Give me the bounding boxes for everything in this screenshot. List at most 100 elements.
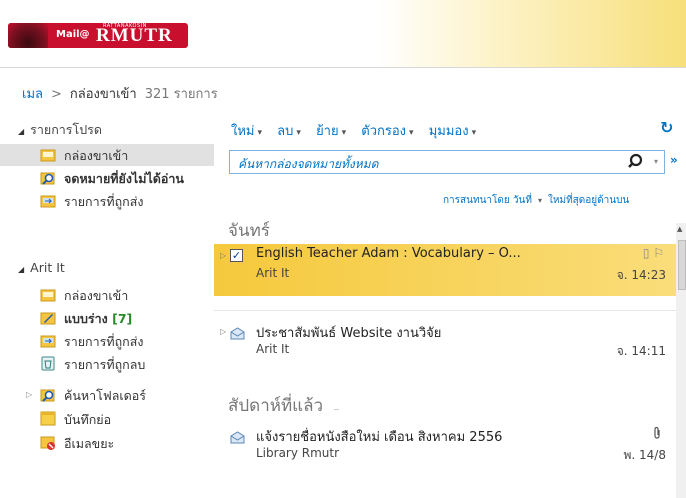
chevron-down-icon: ▾ bbox=[471, 128, 477, 138]
group-header-last-week: สัปดาห์ที่แล้ว bbox=[228, 396, 324, 416]
envelope-open-icon bbox=[230, 325, 245, 340]
scroll-up-arrow-icon[interactable]: ▲ bbox=[677, 225, 682, 233]
expand-conversation-icon[interactable]: ▷ bbox=[220, 327, 226, 336]
scrollbar-thumb[interactable] bbox=[678, 240, 686, 290]
group-header-monday: จันทร์ bbox=[228, 221, 270, 241]
sidebar-item-label: อีเมลขยะ bbox=[64, 436, 115, 451]
message-toolbar: ใหม่ ▾ ลบ ▾ ย้าย ▾ ตัวกรอง ▾ มุมมอง ▾ bbox=[231, 120, 487, 141]
sent-items-icon bbox=[40, 193, 56, 208]
account-label: Arit It bbox=[30, 260, 65, 275]
new-button[interactable]: ใหม่ ▾ bbox=[231, 124, 262, 139]
message-subject: แจ้งรายชื่อหนังสือใหม่ เดือน สิงหาคม 255… bbox=[256, 430, 503, 445]
breadcrumb-separator: > bbox=[50, 87, 62, 102]
filter-label: ตัวกรอง bbox=[361, 124, 407, 139]
delete-label: ลบ bbox=[277, 124, 294, 139]
search-icon[interactable] bbox=[627, 151, 643, 176]
search-folder-icon bbox=[40, 387, 56, 402]
message-time: จ. 14:11 bbox=[616, 344, 666, 358]
sidebar-item-deleted[interactable]: รายการที่ถูกลบ bbox=[0, 353, 214, 375]
drafts-icon bbox=[40, 310, 56, 325]
sidebar-item-label: จดหมายที่ยังไม่ได้อ่าน bbox=[64, 171, 184, 186]
breadcrumb-mail-link[interactable]: เมล bbox=[22, 87, 43, 102]
collapse-triangle-icon: ◢ bbox=[18, 127, 25, 136]
folder-pane: ◢ รายการโปรด กล่องขาเข้า จดหมายที่ยังไม่ไ… bbox=[0, 112, 214, 498]
sidebar-item-notes[interactable]: บันทึกย่อ bbox=[0, 408, 214, 430]
divider bbox=[214, 310, 676, 311]
chevron-down-icon: ▾ bbox=[537, 196, 542, 205]
logo-name: RMUTR bbox=[96, 25, 173, 46]
message-subject: ประชาสัมพันธ์ Website งานวิจัย bbox=[256, 326, 442, 341]
new-label: ใหม่ bbox=[231, 124, 255, 139]
message-item[interactable]: ▷ ✓ English Teacher Adam : Vocabulary – … bbox=[214, 244, 676, 296]
message-count: 321 รายการ bbox=[144, 87, 218, 102]
message-sender: Library Rmutr bbox=[256, 446, 340, 460]
sidebar-item-favorite-sent[interactable]: รายการที่ถูกส่ง bbox=[0, 190, 214, 212]
message-time: จ. 14:23 bbox=[616, 268, 666, 282]
account-header[interactable]: ◢ Arit It bbox=[18, 260, 65, 275]
header-divider bbox=[0, 67, 686, 68]
message-sender: Arit It bbox=[256, 342, 290, 356]
sidebar-item-label: กล่องขาเข้า bbox=[64, 148, 129, 163]
view-button[interactable]: มุมมอง ▾ bbox=[429, 124, 476, 139]
divider bbox=[334, 409, 339, 410]
search-scope-dropdown-icon[interactable]: ▾ bbox=[654, 157, 658, 166]
move-button[interactable]: ย้าย ▾ bbox=[316, 124, 346, 139]
sidebar-item-unread[interactable]: จดหมายที่ยังไม่ได้อ่าน bbox=[0, 167, 214, 189]
sidebar-item-label: รายการที่ถูกส่ง bbox=[64, 194, 144, 209]
sidebar-item-label: ค้นหาโฟลเดอร์ bbox=[64, 388, 147, 403]
message-sender: Arit It bbox=[256, 266, 290, 280]
notes-icon bbox=[40, 411, 56, 426]
sidebar-item-label: บันทึกย่อ bbox=[64, 412, 112, 427]
sidebar-item-sent[interactable]: รายการที่ถูกส่ง bbox=[0, 330, 214, 352]
message-item[interactable]: แจ้งรายชื่อหนังสือใหม่ เดือน สิงหาคม 255… bbox=[214, 424, 676, 476]
sidebar-item-inbox[interactable]: กล่องขาเข้า bbox=[0, 284, 214, 306]
message-time: พ. 14/8 bbox=[623, 448, 667, 462]
sidebar-item-label: กล่องขาเข้า bbox=[64, 288, 129, 303]
view-label: มุมมอง bbox=[428, 124, 469, 139]
message-subject: English Teacher Adam : Vocabulary – O... bbox=[256, 246, 521, 261]
move-label: ย้าย bbox=[316, 124, 339, 139]
page-title: กล่องขาเข้า bbox=[69, 87, 137, 102]
sidebar-item-junk[interactable]: อีเมลขยะ bbox=[0, 432, 214, 454]
brand-logo[interactable]: Mail@ RATTANAKOSIN RMUTR bbox=[8, 23, 188, 48]
inbox-icon bbox=[40, 147, 56, 162]
refresh-icon[interactable]: ↻ bbox=[660, 118, 673, 137]
logo-emblem bbox=[8, 23, 48, 48]
sidebar-item-label: แบบร่าง [7] bbox=[64, 309, 132, 329]
collapse-pane-icon[interactable]: » bbox=[670, 153, 678, 167]
sidebar-item-search-folders[interactable]: ▷ ค้นหาโฟลเดอร์ bbox=[0, 384, 214, 406]
junk-icon bbox=[40, 435, 56, 450]
chevron-down-icon: ▾ bbox=[341, 128, 347, 138]
deleted-items-icon bbox=[40, 356, 56, 371]
sort-by-button[interactable]: การสนทนาโดย วันที่ bbox=[443, 195, 532, 206]
flag-icon[interactable]: ▯ ⚐ bbox=[643, 246, 664, 260]
sidebar-item-favorite-inbox[interactable]: กล่องขาเข้า bbox=[0, 144, 214, 166]
favorites-header[interactable]: ◢ รายการโปรด bbox=[18, 120, 102, 140]
attachment-icon bbox=[652, 426, 662, 444]
drafts-count: [7] bbox=[112, 311, 133, 326]
sidebar-item-drafts[interactable]: แบบร่าง [7] bbox=[0, 307, 214, 329]
breadcrumb: เมล > กล่องขาเข้า 321 รายการ bbox=[22, 83, 218, 104]
chevron-down-icon: ▾ bbox=[409, 128, 414, 138]
sidebar-item-label: รายการที่ถูกส่ง bbox=[64, 334, 144, 349]
filter-button[interactable]: ตัวกรอง ▾ bbox=[361, 124, 413, 139]
chevron-down-icon: ▾ bbox=[296, 128, 301, 138]
sort-order-button[interactable]: ใหม่ที่สุดอยู่ด้านบน bbox=[548, 195, 629, 206]
search-folder-icon bbox=[40, 170, 56, 185]
search-placeholder: ค้นหากล่องจดหมายทั้งหมด bbox=[238, 157, 379, 171]
drafts-label: แบบร่าง bbox=[64, 311, 108, 326]
inbox-icon bbox=[40, 287, 56, 302]
expand-conversation-icon[interactable]: ▷ bbox=[220, 251, 226, 260]
message-item[interactable]: ▷ ประชาสัมพันธ์ Website งานวิจัย Arit It… bbox=[214, 320, 676, 372]
collapse-triangle-icon: ◢ bbox=[18, 265, 25, 274]
delete-button[interactable]: ลบ ▾ bbox=[277, 124, 301, 139]
favorites-label: รายการโปรด bbox=[30, 122, 102, 137]
sidebar-item-label: รายการที่ถูกลบ bbox=[64, 357, 146, 372]
search-input[interactable]: ค้นหากล่องจดหมายทั้งหมด ▾ bbox=[229, 150, 665, 174]
message-checkbox[interactable]: ✓ bbox=[230, 249, 243, 262]
expand-arrow-icon[interactable]: ▷ bbox=[26, 390, 32, 399]
sent-items-icon bbox=[40, 333, 56, 348]
logo-mail-label: Mail@ bbox=[56, 29, 90, 40]
envelope-open-icon bbox=[230, 429, 245, 444]
chevron-down-icon: ▾ bbox=[257, 128, 263, 138]
